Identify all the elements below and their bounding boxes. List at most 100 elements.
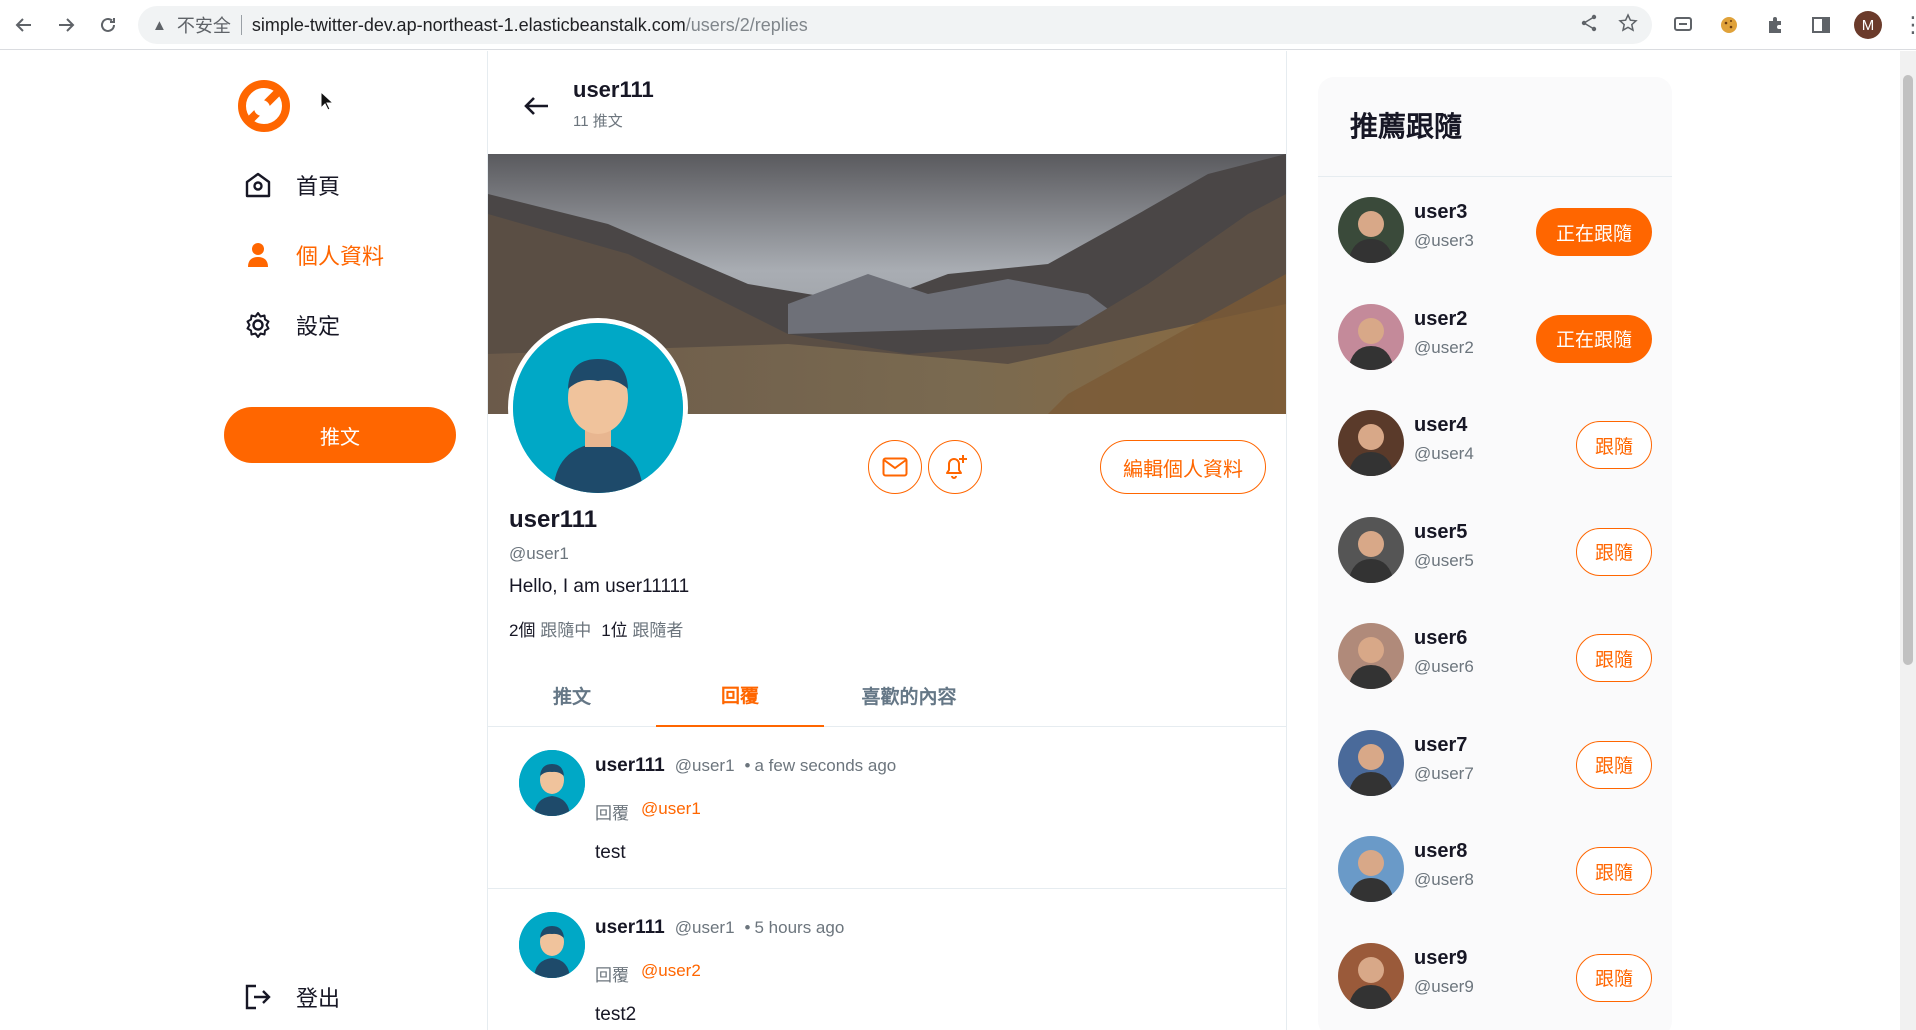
follow-button[interactable]: 跟隨 bbox=[1576, 847, 1652, 895]
recommend-name[interactable]: user9 bbox=[1414, 947, 1467, 970]
mouse-cursor-icon bbox=[320, 90, 335, 111]
profile-header: user111 11 推文 bbox=[488, 51, 1286, 154]
recommend-name[interactable]: user2 bbox=[1414, 308, 1467, 331]
reload-icon[interactable] bbox=[92, 9, 124, 41]
reply-to-user[interactable]: @user2 bbox=[641, 961, 701, 986]
page-scrollbar[interactable] bbox=[1900, 51, 1916, 1030]
sidebar-item-label: 首頁 bbox=[296, 174, 341, 199]
recommend-name[interactable]: user3 bbox=[1414, 201, 1467, 224]
sidebar-item-label: 個人資料 bbox=[296, 244, 385, 269]
sidebar-item-settings[interactable]: 設定 bbox=[242, 309, 340, 341]
logout-label: 登出 bbox=[296, 986, 341, 1011]
edit-profile-button[interactable]: 編輯個人資料 bbox=[1100, 440, 1266, 494]
star-icon[interactable] bbox=[1618, 12, 1638, 38]
menu-kebab-icon[interactable]: ⋮ bbox=[1902, 12, 1916, 38]
tab-tweets[interactable]: 推文 bbox=[488, 664, 656, 727]
recommend-avatar[interactable] bbox=[1338, 410, 1404, 476]
following-link[interactable]: 2個 跟隨中 bbox=[509, 616, 591, 641]
reply-handle: @user1 bbox=[674, 918, 735, 937]
recommend-item[interactable]: user5 @user5 跟隨 bbox=[1318, 497, 1672, 603]
recommend-name[interactable]: user4 bbox=[1414, 414, 1467, 437]
share-icon[interactable] bbox=[1580, 14, 1598, 37]
profile-avatar bbox=[508, 318, 688, 498]
recommend-item[interactable]: user6 @user6 跟隨 bbox=[1318, 603, 1672, 709]
profile-handle: @user1 bbox=[509, 544, 569, 563]
recommend-avatar[interactable] bbox=[1338, 303, 1404, 370]
recommend-avatar[interactable] bbox=[1338, 942, 1404, 1009]
recommend-handle: @user8 bbox=[1414, 870, 1474, 889]
back-arrow-icon[interactable] bbox=[522, 91, 552, 121]
reply-avatar[interactable] bbox=[519, 750, 585, 816]
profile-tabs: 推文 回覆 喜歡的內容 bbox=[488, 664, 1286, 727]
follow-button[interactable]: 跟隨 bbox=[1576, 634, 1652, 682]
reply-item[interactable]: user111 @user1 • a few seconds ago 回覆 @u… bbox=[488, 727, 1286, 889]
following-count: 2個 bbox=[509, 621, 536, 640]
header-username: user111 bbox=[573, 77, 654, 102]
notify-button[interactable] bbox=[928, 440, 982, 494]
extension-chat-icon[interactable] bbox=[1670, 12, 1696, 38]
sidebar-item-label: 設定 bbox=[296, 314, 341, 339]
recommend-name[interactable]: user8 bbox=[1414, 840, 1467, 863]
followers-link[interactable]: 1位 跟隨者 bbox=[601, 616, 683, 641]
reply-avatar[interactable] bbox=[519, 912, 585, 978]
follow-button[interactable]: 跟隨 bbox=[1576, 527, 1652, 576]
recommend-avatar[interactable] bbox=[1338, 516, 1404, 583]
recommend-item[interactable]: user3 @user3 正在跟隨 bbox=[1318, 177, 1672, 283]
reply-handle: @user1 bbox=[674, 756, 735, 775]
follow-button[interactable]: 跟隨 bbox=[1576, 740, 1652, 789]
reply-to-row: 回覆 @user2 bbox=[595, 961, 701, 986]
dot-separator: • bbox=[744, 918, 751, 937]
recommend-handle: @user4 bbox=[1414, 444, 1474, 463]
puzzle-icon[interactable] bbox=[1762, 12, 1788, 38]
recommend-item[interactable]: user4 @user4 跟隨 bbox=[1318, 390, 1672, 496]
reply-item[interactable]: user111 @user1 • 5 hours ago 回覆 @user2 t… bbox=[488, 889, 1286, 1030]
mail-icon bbox=[882, 457, 908, 477]
sidepanel-icon[interactable] bbox=[1808, 12, 1834, 38]
logo-icon[interactable] bbox=[238, 80, 290, 132]
message-button[interactable] bbox=[868, 440, 922, 494]
recommend-avatar[interactable] bbox=[1338, 729, 1404, 796]
profile-avatar-icon[interactable]: M bbox=[1854, 11, 1882, 39]
reply-to-user[interactable]: @user1 bbox=[641, 799, 701, 824]
recommend-name[interactable]: user5 bbox=[1414, 521, 1467, 544]
reply-meta-row: user111 @user1 • 5 hours ago bbox=[595, 917, 844, 939]
recommend-avatar[interactable] bbox=[1338, 623, 1404, 689]
tweet-button[interactable]: 推文 bbox=[224, 407, 456, 463]
recommend-name[interactable]: user7 bbox=[1414, 734, 1467, 757]
recommend-avatar[interactable] bbox=[1338, 836, 1404, 902]
recommend-handle: @user5 bbox=[1414, 550, 1474, 570]
recommend-item[interactable]: user8 @user8 跟隨 bbox=[1318, 816, 1672, 922]
recommend-panel: 推薦跟隨 user3 @user3 正在跟隨 user2 @user2 正在跟隨 user4… bbox=[1318, 77, 1672, 1030]
unfollow-button[interactable]: 正在跟隨 bbox=[1536, 314, 1652, 363]
follow-button[interactable]: 跟隨 bbox=[1576, 421, 1652, 469]
scrollbar-thumb[interactable] bbox=[1903, 75, 1913, 665]
recommend-item[interactable]: user7 @user7 跟隨 bbox=[1318, 710, 1672, 816]
logout-button[interactable]: 登出 bbox=[242, 981, 340, 1013]
address-bar[interactable]: ▲ 不安全 simple-twitter-dev.ap-northeast-1.… bbox=[138, 6, 1652, 44]
reply-to-label: 回覆 bbox=[595, 966, 629, 985]
recommend-item[interactable]: user2 @user2 正在跟隨 bbox=[1318, 284, 1672, 390]
left-sidebar: 首頁 個人資料 設定 推文 登出 bbox=[224, 51, 456, 1030]
sidebar-item-home[interactable]: 首頁 bbox=[242, 169, 340, 201]
back-icon[interactable] bbox=[8, 9, 40, 41]
forward-icon[interactable] bbox=[50, 9, 82, 41]
reply-body: test bbox=[595, 842, 626, 863]
sidebar-item-profile[interactable]: 個人資料 bbox=[242, 239, 384, 271]
recommend-avatar[interactable] bbox=[1338, 197, 1404, 263]
tab-likes[interactable]: 喜歡的內容 bbox=[824, 664, 994, 727]
gear-icon bbox=[242, 309, 274, 341]
tab-replies[interactable]: 回覆 bbox=[656, 664, 824, 727]
main-column: user111 11 推文 編輯個人資料 user111 @user1 Hell… bbox=[487, 51, 1287, 1030]
follow-button[interactable]: 跟隨 bbox=[1576, 953, 1652, 1002]
reply-time: 5 hours ago bbox=[754, 918, 845, 937]
recommend-item[interactable]: user9 @user9 跟隨 bbox=[1318, 923, 1672, 1029]
url-path: /users/2/replies bbox=[685, 14, 808, 35]
home-icon bbox=[242, 169, 274, 201]
warning-icon: ▲ bbox=[152, 16, 167, 34]
recommend-handle: @user9 bbox=[1414, 976, 1474, 996]
cookie-icon[interactable] bbox=[1716, 12, 1742, 38]
recommend-name[interactable]: user6 bbox=[1414, 627, 1467, 650]
bell-plus-icon bbox=[946, 455, 967, 479]
reply-time: a few seconds ago bbox=[754, 756, 897, 775]
unfollow-button[interactable]: 正在跟隨 bbox=[1536, 208, 1652, 256]
